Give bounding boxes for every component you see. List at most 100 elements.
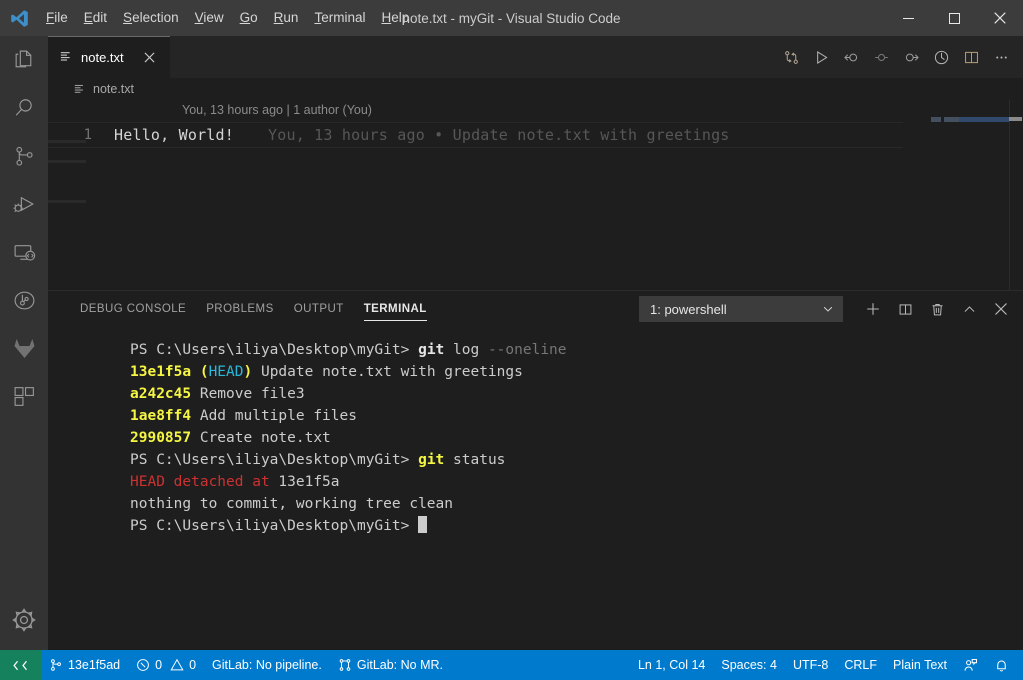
open-timeline-button[interactable] (927, 43, 955, 71)
new-terminal-button[interactable] (859, 295, 887, 323)
kill-terminal-button[interactable] (923, 295, 951, 323)
vscode-window: File Edit Selection View Go Run Terminal… (0, 0, 1023, 680)
maximize-panel-button[interactable] (955, 295, 983, 323)
status-language-mode[interactable]: Plain Text (885, 650, 955, 680)
menu-edit[interactable]: Edit (76, 0, 115, 36)
status-eol[interactable]: CRLF (836, 650, 885, 680)
menu-go[interactable]: Go (232, 0, 266, 36)
status-cursor-position[interactable]: Ln 1, Col 14 (630, 650, 713, 680)
activitybar-item-gitlab[interactable] (0, 324, 48, 372)
minimap[interactable] (917, 100, 1017, 290)
editor-tabs-bar: note.txt (48, 36, 1023, 78)
terminal-text: log (444, 342, 488, 358)
panel-tab-problems[interactable]: PROBLEMS (196, 291, 284, 327)
terminal-text: HEAD detached at (130, 474, 279, 490)
maximize-button[interactable] (931, 0, 977, 36)
circle-dash-icon (873, 49, 890, 66)
menu-terminal[interactable]: Terminal (306, 0, 373, 36)
git-graph-icon (12, 288, 37, 313)
tab-note-txt[interactable]: note.txt (48, 36, 171, 78)
remote-explorer-icon (12, 240, 37, 265)
status-gitlab-pipeline[interactable]: GitLab: No pipeline. (204, 650, 330, 680)
terminal-line: PS C:\Users\iliya\Desktop\myGit> git sta… (130, 449, 1023, 471)
activitybar-item-extensions[interactable] (0, 372, 48, 420)
split-terminal-button[interactable] (891, 295, 919, 323)
split-icon (898, 302, 913, 317)
close-button[interactable] (977, 0, 1023, 36)
files-icon (12, 48, 37, 73)
current-change-button[interactable] (867, 43, 895, 71)
warning-icon (170, 658, 184, 672)
editor-area: note.txt note.txt You, 13 hours ago | 1 … (48, 36, 1023, 650)
overview-ruler[interactable] (1009, 100, 1023, 290)
split-editor-button[interactable] (957, 43, 985, 71)
run-file-button[interactable] (807, 43, 835, 71)
status-bar-right: Ln 1, Col 14 Spaces: 4 UTF-8 CRLF Plain … (630, 650, 1023, 680)
status-encoding[interactable]: UTF-8 (785, 650, 836, 680)
panel-tab-debug-console[interactable]: DEBUG CONSOLE (70, 291, 196, 327)
menu-selection[interactable]: Selection (115, 0, 187, 36)
arrow-circle-left-icon (843, 49, 860, 66)
activitybar-item-run-and-debug[interactable] (0, 180, 48, 228)
chevron-up-icon (962, 302, 977, 317)
status-indentation[interactable]: Spaces: 4 (713, 650, 785, 680)
terminal-text: PS C:\Users\iliya\Desktop\myGit> (130, 452, 419, 468)
status-feedback[interactable] (955, 650, 986, 680)
menu-view[interactable]: View (187, 0, 232, 36)
close-icon (994, 302, 1008, 316)
editor-decorations (48, 100, 86, 290)
next-change-button[interactable] (897, 43, 925, 71)
activitybar-item-explorer[interactable] (0, 36, 48, 84)
breadcrumb[interactable]: note.txt (48, 78, 1023, 100)
activitybar-item-source-control[interactable] (0, 132, 48, 180)
menu-file[interactable]: File (38, 0, 76, 36)
error-icon (136, 658, 150, 672)
terminal-line: HEAD detached at 13e1f5a (130, 471, 1023, 493)
run-debug-icon (12, 192, 37, 217)
panel-actions: 1: powershell (639, 295, 1015, 323)
activitybar-item-settings[interactable] (0, 596, 48, 644)
menu-run[interactable]: Run (266, 0, 307, 36)
window-controls (885, 0, 1023, 36)
terminal-text: PS C:\Users\iliya\Desktop\myGit> (130, 342, 419, 358)
status-gitlab-mr[interactable]: GitLab: No MR. (330, 650, 451, 680)
close-panel-button[interactable] (987, 295, 1015, 323)
terminal-text: --oneline (487, 342, 567, 358)
minimap-line-1 (931, 117, 1017, 122)
terminal-text: 2990857 (130, 430, 192, 446)
line-content: Hello, World! (114, 126, 234, 144)
panel-tab-terminal[interactable]: TERMINAL (354, 291, 437, 327)
terminal-text: 1ae8ff4 (130, 408, 192, 424)
minimize-button[interactable] (885, 0, 931, 36)
activitybar-item-search[interactable] (0, 84, 48, 132)
activitybar-item-remote-explorer[interactable] (0, 228, 48, 276)
ellipsis-icon (993, 49, 1010, 66)
open-changes-button[interactable] (777, 43, 805, 71)
status-problems[interactable]: 0 0 (128, 650, 204, 680)
tab-close-icon[interactable] (141, 48, 159, 66)
text-editor[interactable]: You, 13 hours ago | 1 author (You) 1 Hel… (48, 100, 1023, 290)
status-remote-indicator[interactable] (0, 650, 41, 680)
status-branch-label: 13e1f5ad (68, 658, 121, 672)
bell-icon (994, 658, 1009, 673)
terminal-output[interactable]: PS C:\Users\iliya\Desktop\myGit> git log… (48, 327, 1023, 650)
breadcrumb-item-file[interactable]: note.txt (93, 82, 134, 96)
git-compare-icon (783, 49, 800, 66)
search-icon (12, 96, 37, 121)
activitybar-item-git-graph[interactable] (0, 276, 48, 324)
terminal-line: 1ae8ff4 Add multiple files (130, 405, 1023, 427)
more-actions-button[interactable] (987, 43, 1015, 71)
status-notifications[interactable] (986, 650, 1017, 680)
terminal-selector-dropdown[interactable]: 1: powershell (639, 296, 843, 322)
status-gitlab-mr-label: GitLab: No MR. (356, 658, 443, 672)
title-bar: File Edit Selection View Go Run Terminal… (0, 0, 1023, 36)
panel-tab-output[interactable]: OUTPUT (284, 291, 354, 327)
editor-actions (777, 36, 1023, 78)
menu-bar: File Edit Selection View Go Run Terminal… (38, 0, 417, 36)
gitlab-icon (12, 337, 37, 359)
editor-line-1[interactable]: 1 Hello, World! You, 13 hours ago • Upda… (48, 122, 903, 148)
menu-help[interactable]: Help (373, 0, 417, 36)
terminal-text: status (444, 452, 506, 468)
previous-change-button[interactable] (837, 43, 865, 71)
status-branch[interactable]: 13e1f5ad (41, 650, 128, 680)
